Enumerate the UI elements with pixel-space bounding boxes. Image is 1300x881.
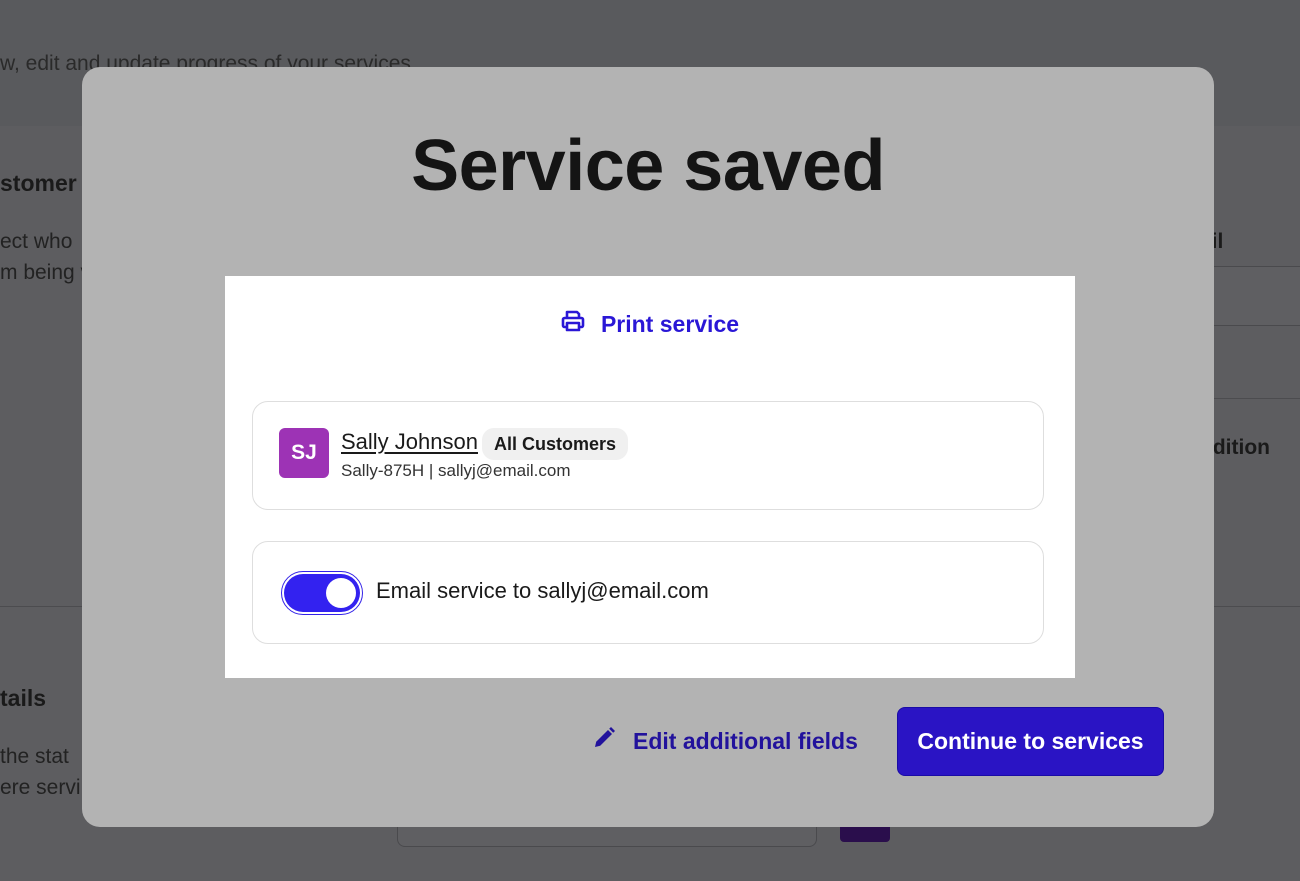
email-service-option: Email service to sallyj@email.com: [252, 541, 1044, 644]
service-summary-card: Print service SJ Sally Johnson All Custo…: [225, 276, 1075, 678]
email-service-label: Email service to sallyj@email.com: [376, 578, 709, 603]
modal-title: Service saved: [411, 126, 885, 206]
avatar: SJ: [279, 428, 329, 478]
details-section-heading: tails: [0, 685, 47, 711]
print-service-link[interactable]: Print service: [225, 310, 1075, 338]
details-section-desc-2: ere servi: [0, 776, 81, 799]
email-service-toggle[interactable]: [281, 571, 363, 615]
customer-group-badge: All Customers: [482, 428, 629, 460]
customer-section-desc-2: m being v: [0, 261, 92, 284]
edit-additional-fields-link[interactable]: Edit additional fields: [593, 727, 858, 755]
customer-name-link[interactable]: Sally Johnson: [341, 429, 478, 455]
toggle-track: [284, 574, 360, 612]
customer-section-desc-1: ect who: [0, 230, 73, 253]
continue-to-services-button[interactable]: Continue to services: [897, 707, 1164, 776]
details-section-desc-1: the stat: [0, 745, 69, 768]
customer-summary: SJ Sally Johnson All Customers Sally-875…: [252, 401, 1044, 510]
printer-icon: [561, 310, 585, 338]
edit-additional-fields-label: Edit additional fields: [633, 727, 858, 754]
customer-section-heading: stomer: [0, 170, 77, 196]
print-service-label: Print service: [600, 310, 740, 337]
service-saved-modal: Service saved Print service SJ Sally Joh…: [82, 67, 1214, 827]
toggle-knob: [326, 578, 356, 608]
pencil-icon: [593, 727, 615, 755]
customer-details: Sally-875H | sallyj@email.com: [341, 461, 571, 480]
